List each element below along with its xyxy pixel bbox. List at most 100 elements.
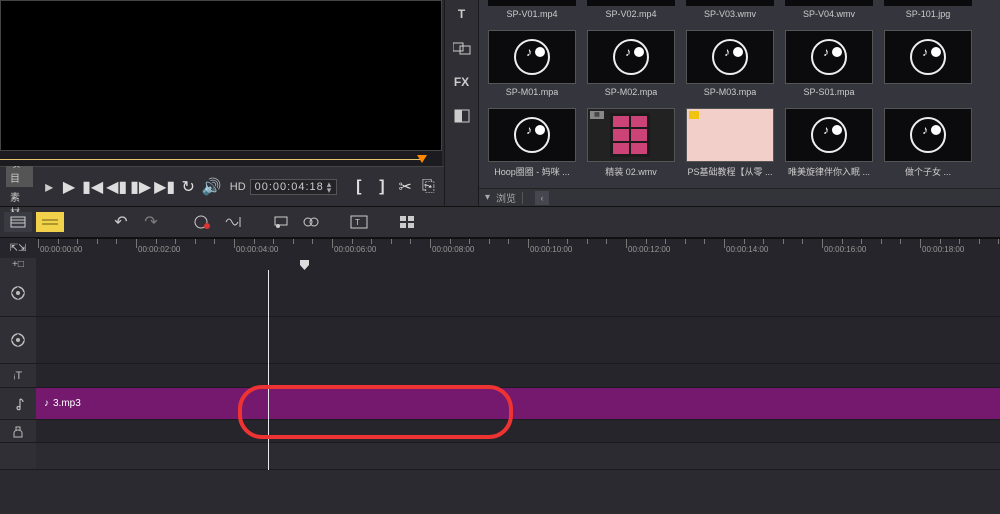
asset-item[interactable]: ♪唯美旋律伴你入眠 ... xyxy=(782,108,876,184)
asset-caption: SP-M01.mpa xyxy=(506,87,559,97)
asset-caption: SP-V03.wmv xyxy=(704,9,756,19)
voice-track-head[interactable] xyxy=(0,420,36,442)
browse-arrow-icon[interactable]: ▾ xyxy=(485,192,490,203)
play-button[interactable]: ▶ xyxy=(59,178,78,196)
asset-item[interactable]: ♪ xyxy=(881,30,975,103)
scrub-line xyxy=(0,159,422,160)
music-note-icon: ♪ xyxy=(526,45,532,59)
ruler-label: 00:00:06:00 xyxy=(334,245,376,254)
asset-caption: 精装 02.wmv xyxy=(605,165,657,178)
audio-clip-label: 3.mp3 xyxy=(53,398,81,409)
go-end-button[interactable]: ▶▮ xyxy=(155,178,175,196)
title-track[interactable] xyxy=(36,364,1000,387)
redo-button[interactable]: ↷ xyxy=(138,211,164,233)
timecode-stepper-icon[interactable]: ▴▾ xyxy=(327,181,333,193)
playhead-handle-icon[interactable] xyxy=(300,257,309,267)
asset-item[interactable]: ♪做个子女 ... xyxy=(881,108,975,184)
color-tool-icon[interactable] xyxy=(452,106,472,126)
undo-button[interactable]: ↶ xyxy=(108,211,134,233)
asset-caption: SP-V04.wmv xyxy=(803,9,855,19)
asset-grid: SP-V01.mp4 SP-V02.mp4 SP-V03.wmv SP-V04.… xyxy=(479,0,1000,188)
zoom-fit-button[interactable]: ⇱⇲ xyxy=(5,237,31,259)
asset-item[interactable]: SP-V01.mp4 xyxy=(485,0,579,25)
asset-caption: SP-101.jpg xyxy=(906,9,951,19)
audio-track-head[interactable] xyxy=(0,388,36,419)
ruler-label: 00:00:00:00 xyxy=(40,245,82,254)
ruler-label: 00:00:08:00 xyxy=(432,245,474,254)
cut-button[interactable]: ✂ xyxy=(396,178,415,196)
asset-caption: SP-M02.mpa xyxy=(605,87,658,97)
video-track-2-head[interactable] xyxy=(0,317,36,363)
step-back-button[interactable]: ◀▮ xyxy=(107,178,127,196)
music-note-icon: ♪ xyxy=(44,398,49,409)
browse-label[interactable]: 浏览 xyxy=(496,190,516,205)
text-tool-icon[interactable]: T xyxy=(452,4,472,24)
timeline-ruler[interactable]: 00:00:00:0000:00:02:0000:00:04:0000:00:0… xyxy=(36,238,1000,258)
loop-button[interactable]: ↻ xyxy=(179,178,198,196)
asset-caption: SP-M03.mpa xyxy=(704,87,757,97)
music-note-icon: ♪ xyxy=(526,123,532,137)
video-track-1[interactable] xyxy=(36,270,1000,316)
asset-item[interactable]: ♪ Hoop圈圈 - 妈咪 ... xyxy=(485,108,579,184)
music-note-icon: ♪ xyxy=(922,123,928,137)
audio-mixer-button[interactable] xyxy=(220,211,246,233)
mark-in-button[interactable]: [ xyxy=(349,178,368,196)
music-note-icon: ♪ xyxy=(724,45,730,59)
add-track-button[interactable]: +□ xyxy=(12,259,24,270)
timeline-mode-button[interactable] xyxy=(36,212,64,232)
link-button[interactable] xyxy=(298,211,324,233)
ruler-label: 00:00:02:00 xyxy=(138,245,180,254)
video-track-1-head[interactable] xyxy=(0,270,36,316)
clipboard-button[interactable]: ⎘ xyxy=(419,178,438,196)
timecode-input[interactable]: 00:00:04:18 ▴▾ xyxy=(250,179,338,195)
asset-item[interactable]: SP-V03.wmv xyxy=(683,0,777,25)
audio-clip[interactable]: ♪ 3.mp3 xyxy=(36,388,1000,419)
asset-item[interactable]: SP-V04.wmv xyxy=(782,0,876,25)
asset-item[interactable]: SP-101.jpg xyxy=(881,0,975,25)
asset-item[interactable]: ♪ SP-M03.mpa xyxy=(683,30,777,103)
video-track-2[interactable] xyxy=(36,317,1000,363)
marker-button[interactable] xyxy=(268,211,294,233)
music-note-icon: ♪ xyxy=(922,45,928,59)
mark-out-button[interactable]: ] xyxy=(372,178,391,196)
fx-tool-icon[interactable]: FX xyxy=(452,72,472,92)
asset-item[interactable]: ♪ SP-M01.mpa xyxy=(485,30,579,103)
asset-caption: SP-S01.mpa xyxy=(803,87,854,97)
title-safe-button[interactable]: T xyxy=(346,211,372,233)
go-start-button[interactable]: ▮◀ xyxy=(83,178,103,196)
asset-caption: PS基础教程【从零 ... xyxy=(687,165,772,178)
preview-scrub-track[interactable] xyxy=(0,151,442,166)
step-forward-button[interactable]: ▮▶ xyxy=(131,178,151,196)
asset-item[interactable]: ♪ SP-M02.mpa xyxy=(584,30,678,103)
audio-track[interactable]: ♪ 3.mp3 xyxy=(36,388,1000,419)
extra-track[interactable] xyxy=(36,443,1000,469)
storyboard-mode-button[interactable] xyxy=(4,212,32,232)
record-button[interactable] xyxy=(190,211,216,233)
voice-track[interactable] xyxy=(36,420,1000,442)
asset-panel-footer: ▾ 浏览 ‹ xyxy=(479,188,1000,206)
scroll-left-button[interactable]: ‹ xyxy=(535,191,549,205)
grid-view-button[interactable] xyxy=(394,211,420,233)
side-toolbar: T FX xyxy=(444,0,478,206)
asset-item[interactable]: PS基础教程【从零 ... xyxy=(683,108,777,184)
timeline-tracks: ᵢT ♪ 3.mp3 xyxy=(0,270,1000,470)
asset-item[interactable]: SP-V02.mp4 xyxy=(584,0,678,25)
asset-item[interactable]: ♪ SP-S01.mpa xyxy=(782,30,876,103)
svg-text:T: T xyxy=(355,218,360,227)
scrub-marker[interactable] xyxy=(417,155,427,163)
preview-screen[interactable] xyxy=(0,0,442,151)
music-note-icon: ♪ xyxy=(625,45,631,59)
tab-expand-icon[interactable]: ▸ xyxy=(43,180,55,193)
music-note-icon: ♪ xyxy=(823,123,829,137)
music-note-icon: ♪ xyxy=(823,45,829,59)
title-track-head[interactable]: ᵢT xyxy=(0,364,36,387)
ruler-label: 00:00:12:00 xyxy=(628,245,670,254)
audio-disc-icon xyxy=(910,117,946,153)
asset-item[interactable]: ▦精装 02.wmv xyxy=(584,108,678,184)
ruler-label: 00:00:10:00 xyxy=(530,245,572,254)
asset-panel: SP-V01.mp4 SP-V02.mp4 SP-V03.wmv SP-V04.… xyxy=(478,0,1000,206)
volume-button[interactable]: 🔊 xyxy=(202,178,222,196)
asset-caption: Hoop圈圈 - 妈咪 ... xyxy=(494,165,570,178)
transition-tool-icon[interactable] xyxy=(452,38,472,58)
extra-track-head[interactable] xyxy=(0,443,36,469)
